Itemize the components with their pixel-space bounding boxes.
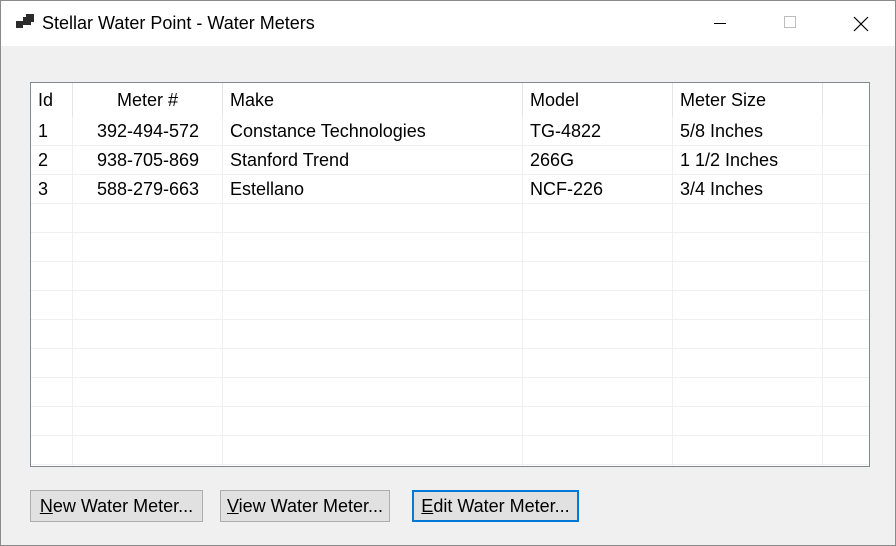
column-header-meter-size[interactable]: Meter Size <box>673 83 823 117</box>
app-window-icon[interactable] <box>16 14 34 30</box>
grid-line <box>31 464 869 465</box>
new-water-meter-button[interactable]: New Water Meter... <box>30 490 203 522</box>
grid-line <box>31 290 869 291</box>
maximize-button[interactable] <box>756 1 826 46</box>
minimize-button[interactable] <box>686 1 756 46</box>
column-header-id[interactable]: Id <box>31 83 73 117</box>
edit-water-meter-button[interactable]: Edit Water Meter... <box>412 490 579 522</box>
minimize-icon <box>714 23 726 24</box>
title-bar[interactable]: Stellar Water Point - Water Meters <box>1 1 895 46</box>
button-label: iew Water Meter... <box>238 496 384 516</box>
button-label: ew Water Meter... <box>52 496 194 516</box>
grid-line <box>31 319 869 320</box>
maximize-icon <box>784 16 796 28</box>
cell-model: NCF-226 <box>530 179 604 199</box>
window-title: Stellar Water Point - Water Meters <box>42 13 315 33</box>
view-water-meter-button[interactable]: View Water Meter... <box>220 490 390 522</box>
cell-meter-number: 938-705-869 <box>96 150 200 170</box>
cell-meter-size: 1 1/2 Inches <box>680 150 779 170</box>
cell-make: Estellano <box>230 179 305 199</box>
cell-id: 2 <box>38 150 49 170</box>
cell-model: TG-4822 <box>530 121 602 141</box>
grid-line <box>31 406 869 407</box>
table-row[interactable]: 1 392-494-572 Constance Technologies TG-… <box>31 117 869 146</box>
grid-line <box>31 232 869 233</box>
accelerator-key: V <box>226 496 239 516</box>
table-row[interactable]: 2 938-705-869 Stanford Trend 266G 1 1/2 … <box>31 146 869 175</box>
column-header-meter-number[interactable]: Meter # <box>73 83 223 117</box>
accelerator-key: E <box>421 496 434 516</box>
cell-meter-size: 3/4 Inches <box>680 179 764 199</box>
grid-line <box>31 261 869 262</box>
close-icon <box>853 16 869 32</box>
cell-id: 3 <box>38 179 49 199</box>
column-header-filler <box>823 83 869 117</box>
grid-line <box>31 348 869 349</box>
cell-meter-number: 588-279-663 <box>96 179 200 199</box>
list-header: Id Meter # Make Model Meter Size <box>31 83 869 117</box>
cell-id: 1 <box>38 121 49 141</box>
cell-meter-number: 392-494-572 <box>96 121 200 141</box>
cell-model: 266G <box>530 150 575 170</box>
cell-make: Constance Technologies <box>230 121 426 141</box>
button-label: dit Water Meter... <box>433 496 570 516</box>
cell-meter-size: 5/8 Inches <box>680 121 764 141</box>
grid-line <box>31 435 869 436</box>
cell-make: Stanford Trend <box>230 150 350 170</box>
accelerator-key: N <box>39 496 53 516</box>
close-button[interactable] <box>826 1 895 46</box>
column-header-make[interactable]: Make <box>223 83 523 117</box>
grid-line <box>31 377 869 378</box>
table-row[interactable]: 3 588-279-663 Estellano NCF-226 3/4 Inch… <box>31 175 869 204</box>
app-window: Stellar Water Point - Water Meters Id Me… <box>0 0 896 546</box>
water-meters-list[interactable]: Id Meter # Make Model Meter Size 1 392-4… <box>30 82 870 467</box>
column-header-model[interactable]: Model <box>523 83 673 117</box>
